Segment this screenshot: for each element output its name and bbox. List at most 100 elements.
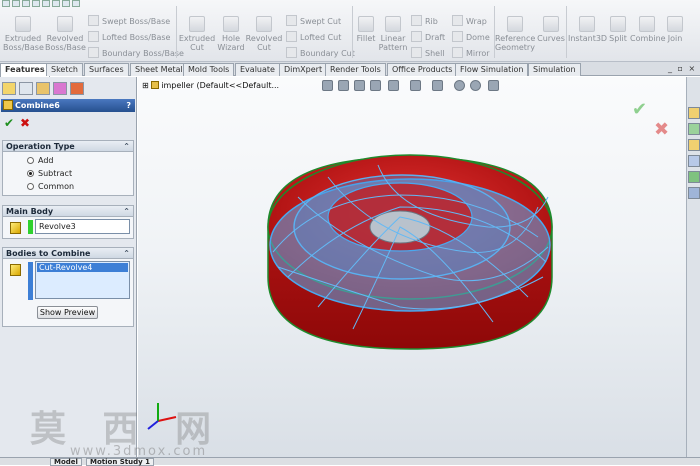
- previous-view-icon[interactable]: [354, 80, 365, 91]
- hole-wizard-icon: [223, 16, 239, 32]
- feature-tree-flyout[interactable]: ⊞ impeller (Default<<Default...: [142, 80, 279, 91]
- view-settings-icon[interactable]: [488, 80, 499, 91]
- close-icon[interactable]: ×: [689, 64, 696, 73]
- display-manager-icon[interactable]: [70, 82, 84, 95]
- minimize-icon[interactable]: _: [668, 64, 672, 73]
- linear-pattern-label: Linear Pattern: [378, 34, 408, 52]
- extruded-cut-button[interactable]: Extruded Cut: [178, 16, 216, 52]
- help-button[interactable]: ?: [126, 99, 131, 112]
- confirm-ok-icon[interactable]: ✔: [632, 99, 647, 120]
- sweep-icon: [88, 15, 99, 26]
- panel-tab-strip: [0, 82, 137, 96]
- revolved-cut-button[interactable]: Revolved Cut: [245, 16, 283, 52]
- rib-icon: [411, 15, 422, 26]
- join-button[interactable]: Join: [664, 16, 686, 43]
- boundary-cut-button[interactable]: Boundary Cut: [286, 47, 355, 61]
- zoom-to-area-icon[interactable]: [338, 80, 349, 91]
- main-body-section: Main Body ⌃ Revolve3: [2, 205, 134, 239]
- tab-surfaces[interactable]: Surfaces: [84, 63, 129, 76]
- main-body-field[interactable]: Revolve3: [35, 219, 130, 234]
- radio-common-label: Common: [38, 182, 75, 191]
- hide-show-items-icon[interactable]: [432, 80, 443, 91]
- radio-subtract[interactable]: Subtract: [27, 169, 72, 179]
- custom-properties-icon[interactable]: [688, 187, 700, 199]
- dimxpert-manager-icon[interactable]: [53, 82, 67, 95]
- radio-add[interactable]: Add: [27, 156, 54, 166]
- design-library-icon[interactable]: [688, 123, 700, 135]
- curves-button[interactable]: Curves: [536, 16, 566, 43]
- tab-office-products[interactable]: Office Products: [387, 63, 458, 76]
- appearances-icon[interactable]: [688, 171, 700, 183]
- confirm-cancel-icon[interactable]: ✖: [654, 119, 669, 140]
- list-item[interactable]: Cut-Revolve4: [37, 263, 128, 272]
- bodies-list[interactable]: Cut-Revolve4: [35, 261, 130, 299]
- solidworks-resources-icon[interactable]: [688, 107, 700, 119]
- rib-button[interactable]: Rib: [411, 15, 438, 29]
- instant3d-button[interactable]: Instant3D: [568, 16, 607, 43]
- chevron-up-icon[interactable]: ⌃: [123, 141, 130, 152]
- tab-dimxpert[interactable]: DimXpert: [279, 63, 328, 76]
- revolved-boss-button[interactable]: Revolved Boss/Base: [45, 16, 86, 52]
- file-explorer-icon[interactable]: [688, 139, 700, 151]
- mirror-button[interactable]: Mirror: [452, 47, 490, 61]
- reference-geometry-label: Reference Geometry: [495, 34, 536, 52]
- ok-button[interactable]: ✔: [4, 117, 14, 129]
- main-body-heading[interactable]: Main Body ⌃: [3, 206, 133, 217]
- boundary-boss-label: Boundary Boss/Base: [102, 49, 184, 58]
- print-icon[interactable]: [32, 0, 40, 7]
- select-icon[interactable]: [52, 0, 60, 7]
- feature-manager-icon[interactable]: [2, 82, 16, 95]
- undo-icon[interactable]: [42, 0, 50, 7]
- display-style-icon[interactable]: [410, 80, 421, 91]
- lofted-boss-button[interactable]: Lofted Boss/Base: [88, 31, 170, 45]
- tab-sketch[interactable]: Sketch: [46, 63, 83, 76]
- shell-button[interactable]: Shell: [411, 47, 445, 61]
- open-icon[interactable]: [12, 0, 20, 7]
- show-preview-button[interactable]: Show Preview: [37, 306, 98, 319]
- property-manager-icon[interactable]: [19, 82, 33, 95]
- split-button[interactable]: Split: [606, 16, 630, 43]
- expand-icon[interactable]: ⊞: [142, 81, 151, 90]
- extruded-boss-button[interactable]: Extruded Boss/Base: [3, 16, 44, 52]
- lofted-cut-button[interactable]: Lofted Cut: [286, 31, 341, 45]
- zoom-to-fit-icon[interactable]: [322, 80, 333, 91]
- tab-mold-tools[interactable]: Mold Tools: [183, 63, 235, 76]
- extruded-cut-label: Extruded Cut: [178, 34, 216, 52]
- tab-sheet-metal[interactable]: Sheet Metal: [130, 63, 188, 76]
- fillet-button[interactable]: Fillet: [354, 16, 378, 43]
- cancel-button[interactable]: ✖: [20, 117, 30, 129]
- view-orientation-icon[interactable]: [388, 80, 399, 91]
- hole-wizard-button[interactable]: Hole Wizard: [216, 16, 246, 52]
- restore-icon[interactable]: ▫: [678, 64, 683, 73]
- save-icon[interactable]: [22, 0, 30, 7]
- view-palette-icon[interactable]: [688, 155, 700, 167]
- radio-common[interactable]: Common: [27, 182, 74, 192]
- operation-type-label: Operation Type: [6, 142, 75, 151]
- chevron-up-icon[interactable]: ⌃: [123, 206, 130, 217]
- reference-geometry-button[interactable]: Reference Geometry: [495, 16, 535, 52]
- edit-appearance-icon[interactable]: [454, 80, 465, 91]
- combine-button[interactable]: Combine: [630, 16, 666, 43]
- boundary-boss-button[interactable]: Boundary Boss/Base: [88, 47, 184, 61]
- rebuild-icon[interactable]: [62, 0, 70, 7]
- tab-flow-simulation[interactable]: Flow Simulation: [455, 63, 529, 76]
- swept-cut-button[interactable]: Swept Cut: [286, 15, 341, 29]
- tab-simulation[interactable]: Simulation: [528, 63, 581, 76]
- draft-button[interactable]: Draft: [411, 31, 445, 45]
- revolved-boss-label: Revolved Boss/Base: [45, 34, 86, 52]
- tab-features[interactable]: Features: [0, 63, 50, 77]
- chevron-up-icon[interactable]: ⌃: [123, 248, 130, 259]
- bodies-to-combine-heading[interactable]: Bodies to Combine ⌃: [3, 248, 133, 259]
- dome-button[interactable]: Dome: [452, 31, 490, 45]
- apply-scene-icon[interactable]: [470, 80, 481, 91]
- section-view-icon[interactable]: [370, 80, 381, 91]
- wrap-button[interactable]: Wrap: [452, 15, 487, 29]
- swept-boss-button[interactable]: Swept Boss/Base: [88, 15, 170, 29]
- operation-type-heading[interactable]: Operation Type ⌃: [3, 141, 133, 152]
- linear-pattern-button[interactable]: Linear Pattern: [378, 16, 408, 52]
- new-icon[interactable]: [2, 0, 10, 7]
- options-icon[interactable]: [72, 0, 80, 7]
- tab-evaluate[interactable]: Evaluate: [235, 63, 280, 76]
- configuration-manager-icon[interactable]: [36, 82, 50, 95]
- tab-render-tools[interactable]: Render Tools: [325, 63, 386, 76]
